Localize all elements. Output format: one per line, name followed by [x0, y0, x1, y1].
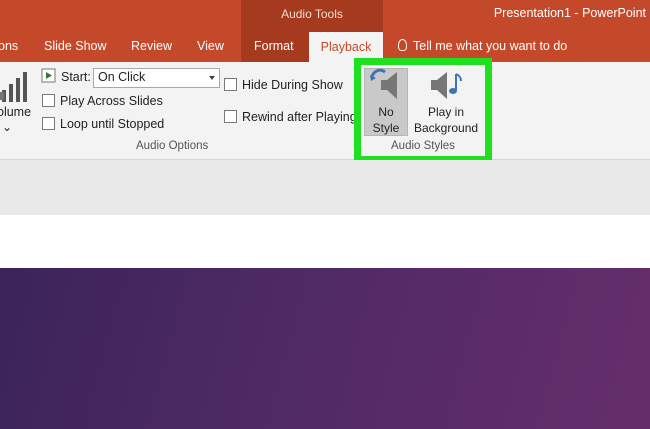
loop-until-stopped-checkbox[interactable] [42, 117, 55, 130]
slide-canvas[interactable] [0, 268, 650, 429]
audio-options-group-label: Audio Options [136, 140, 209, 152]
ribbon-lower-band [0, 160, 650, 215]
lightbulb-icon [398, 39, 407, 51]
volume-label: olume [0, 105, 32, 119]
tab-view[interactable]: View [197, 39, 224, 53]
contextual-title: Audio Tools [281, 7, 343, 21]
dropdown-arrow-icon [209, 76, 215, 80]
slide-area-margin [0, 215, 650, 268]
hide-during-show-label: Hide During Show [242, 78, 343, 92]
start-icon [41, 68, 56, 83]
volume-icon[interactable] [0, 70, 32, 106]
window-title: Presentation1 - PowerPoint [493, 6, 646, 20]
rewind-after-playing-checkbox[interactable] [224, 110, 237, 123]
tab-slide-show[interactable]: Slide Show [44, 39, 107, 53]
tab-animations-partial[interactable]: ons [0, 39, 18, 53]
tell-me-box[interactable]: Tell me what you want to do [398, 39, 567, 53]
tab-review[interactable]: Review [131, 39, 172, 53]
loop-until-stopped-label: Loop until Stopped [60, 117, 165, 131]
start-dropdown-value: On Click [98, 70, 146, 84]
volume-chevron-down-icon[interactable]: ⌄ [2, 120, 12, 135]
rewind-after-playing-label: Rewind after Playing [242, 110, 357, 124]
play-across-slides-checkbox[interactable] [42, 94, 55, 107]
audio-styles-highlight-box [354, 58, 492, 163]
start-dropdown[interactable]: On Click [93, 68, 220, 88]
hide-during-show-checkbox[interactable] [224, 78, 237, 91]
tab-format[interactable]: Format [254, 39, 294, 53]
start-label: Start: [61, 70, 91, 84]
play-across-slides-label: Play Across Slides [60, 94, 163, 108]
tell-me-text: Tell me what you want to do [413, 39, 568, 53]
